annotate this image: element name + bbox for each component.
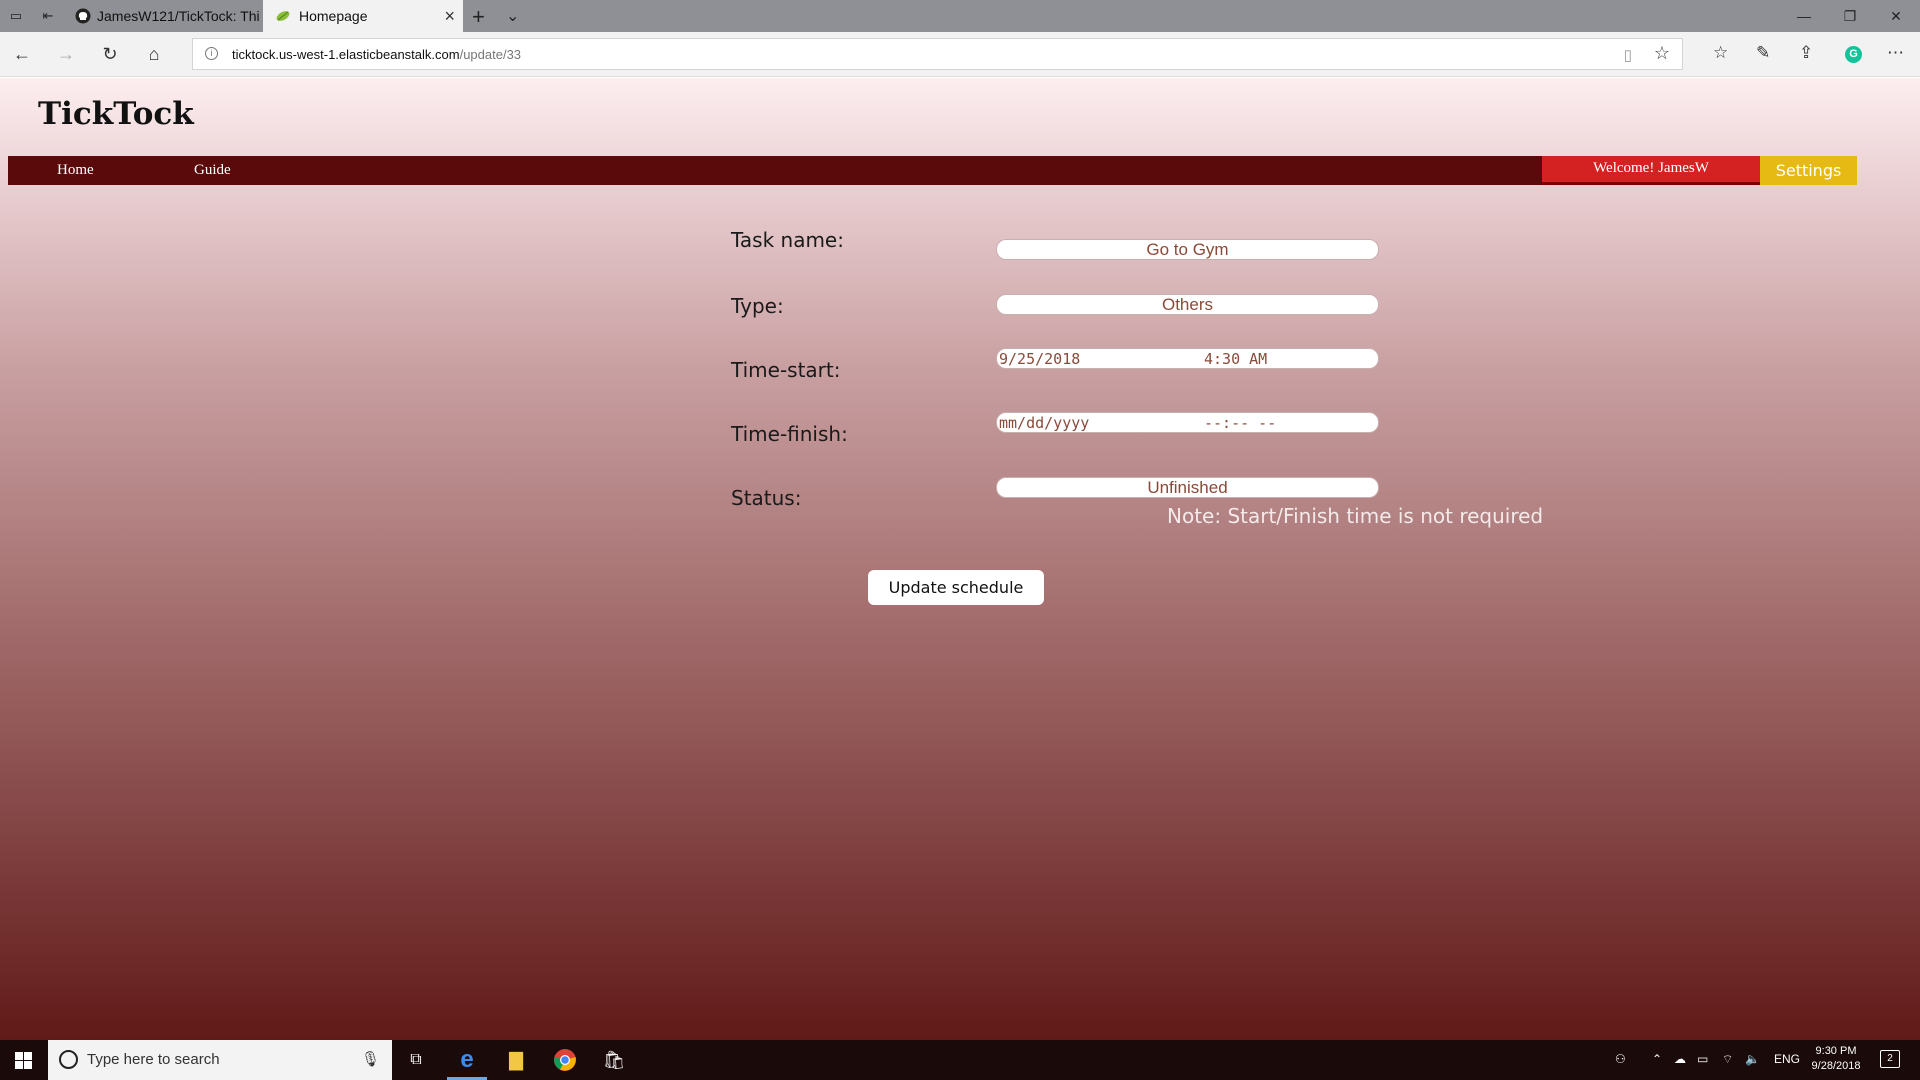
- onedrive-icon[interactable]: ☁: [1674, 1052, 1686, 1066]
- forward-icon[interactable]: →: [54, 42, 78, 66]
- minimize-icon[interactable]: —: [1781, 0, 1827, 32]
- leaf-icon: [276, 11, 290, 21]
- nav-home-link[interactable]: Home: [57, 156, 94, 185]
- home-icon[interactable]: ⌂: [142, 42, 166, 66]
- time-note: Note: Start/Finish time is not required: [1167, 504, 1544, 528]
- favorite-star-icon[interactable]: ☆: [1654, 43, 1670, 64]
- taskbar-clock[interactable]: 9:30 PM 9/28/2018: [1806, 1044, 1866, 1074]
- close-tab-icon[interactable]: ×: [444, 0, 455, 32]
- reading-view-icon[interactable]: ▯: [1624, 46, 1632, 64]
- tab-title: JamesW121/TickTock: This i: [97, 8, 260, 24]
- search-placeholder: Type here to search: [87, 1051, 220, 1068]
- pen-notes-icon[interactable]: ✎: [1756, 43, 1770, 63]
- update-schedule-button[interactable]: Update schedule: [868, 570, 1044, 605]
- edge-browser-icon[interactable]: e: [455, 1048, 479, 1072]
- tab-preview-chevron-icon[interactable]: ⌄: [506, 6, 519, 26]
- task-view-icon[interactable]: ⧉: [404, 1048, 428, 1072]
- type-label: Type:: [731, 294, 784, 318]
- site-brand: TickTock: [38, 96, 194, 132]
- share-icon[interactable]: ⇪: [1799, 43, 1813, 63]
- show-hidden-icons-chevron-icon[interactable]: ⌃: [1652, 1052, 1662, 1066]
- windows-logo-icon: [15, 1052, 23, 1060]
- github-icon: [75, 8, 91, 24]
- address-field[interactable]: i ticktock.us-west-1.elasticbeanstalk.co…: [192, 38, 1683, 70]
- favorites-hub-icon[interactable]: ☆: [1713, 43, 1728, 63]
- refresh-icon[interactable]: ↻: [98, 42, 122, 66]
- more-menu-icon[interactable]: ⋯: [1887, 43, 1904, 63]
- task-name-label: Task name:: [731, 228, 844, 252]
- back-icon[interactable]: ←: [10, 42, 34, 66]
- time-start-date: 9/25/2018: [999, 350, 1081, 368]
- wifi-icon[interactable]: ⌔: [1722, 1052, 1733, 1067]
- time-start-label: Time-start:: [731, 358, 841, 382]
- people-icon[interactable]: ⚇: [1615, 1052, 1626, 1066]
- time-finish-input[interactable]: mm/dd/yyyy --:-- --: [996, 412, 1379, 433]
- action-center-icon[interactable]: 2: [1880, 1050, 1900, 1068]
- volume-icon[interactable]: 🔈: [1745, 1052, 1760, 1066]
- tab-homepage[interactable]: Homepage ×: [263, 0, 463, 32]
- new-tab-icon[interactable]: +: [472, 4, 485, 30]
- battery-icon[interactable]: ▭: [1697, 1052, 1708, 1066]
- browser-toolbar: ← → ↻ ⌂ i ticktock.us-west-1.elasticbean…: [0, 32, 1920, 77]
- status-label: Status:: [731, 486, 802, 510]
- close-window-icon[interactable]: ✕: [1873, 0, 1919, 32]
- type-input[interactable]: Others: [996, 294, 1379, 315]
- nav-guide-link[interactable]: Guide: [194, 156, 231, 185]
- microphone-icon[interactable]: 🎙: [361, 1050, 380, 1068]
- welcome-user-button[interactable]: Welcome! JamesW: [1542, 156, 1760, 185]
- time-finish-label: Time-finish:: [731, 422, 848, 446]
- settings-button[interactable]: Settings: [1760, 156, 1857, 185]
- restore-icon[interactable]: ❐: [1827, 0, 1873, 32]
- windows-taskbar: Type here to search 🎙 ⧉ e ▇ 🛍 ⚇ ⌃ ☁ ▭ ⌔ …: [0, 1040, 1920, 1080]
- cortana-icon: [59, 1050, 78, 1069]
- browser-tab-bar: ▭ ⇤ JamesW121/TickTock: This i Homepage …: [0, 0, 1920, 32]
- store-icon[interactable]: 🛍: [602, 1048, 626, 1072]
- grammarly-extension-icon[interactable]: G: [1845, 46, 1862, 63]
- status-input[interactable]: Unfinished: [996, 477, 1379, 498]
- set-aside-tabs-icon[interactable]: ⇤: [38, 6, 58, 26]
- url-text: ticktock.us-west-1.elasticbeanstalk.com/…: [232, 47, 522, 62]
- clock-time: 9:30 PM: [1815, 1045, 1857, 1057]
- time-start-time: 4:30 AM: [1204, 350, 1268, 368]
- start-button[interactable]: [0, 1040, 47, 1080]
- page-body: TickTock Home Guide Welcome! JamesW Sett…: [0, 78, 1920, 1040]
- site-info-icon[interactable]: i: [205, 47, 218, 60]
- task-name-input[interactable]: Go to Gym: [996, 239, 1379, 260]
- tab-title: Homepage: [299, 8, 368, 24]
- clock-date: 9/28/2018: [1811, 1060, 1861, 1072]
- language-indicator[interactable]: ENG: [1774, 1052, 1800, 1066]
- tab-actions-icon[interactable]: ▭: [6, 6, 26, 26]
- time-start-input[interactable]: 9/25/2018 4:30 AM: [996, 348, 1379, 369]
- time-finish-date: mm/dd/yyyy: [999, 414, 1090, 432]
- taskbar-search[interactable]: Type here to search 🎙: [48, 1040, 392, 1080]
- time-finish-time: --:-- --: [1204, 414, 1277, 432]
- tab-github[interactable]: JamesW121/TickTock: This i: [67, 0, 260, 32]
- file-explorer-icon[interactable]: ▇: [504, 1048, 528, 1072]
- chrome-icon[interactable]: [553, 1048, 577, 1072]
